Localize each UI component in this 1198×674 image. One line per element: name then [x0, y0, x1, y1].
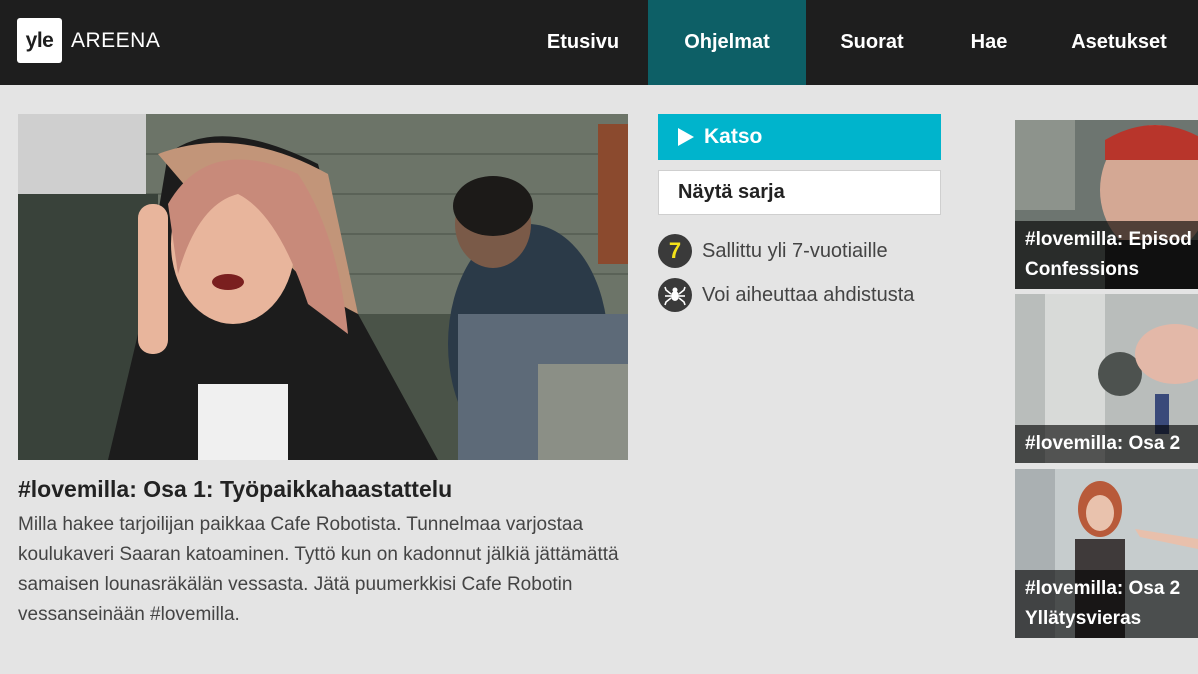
play-icon	[678, 128, 694, 146]
age-7-icon: 7	[658, 234, 692, 268]
top-bar: yle AREENA Etusivu Ohjelmat Suorat Hae A…	[0, 0, 1198, 85]
related-episode-card[interactable]: #lovemilla: Osa 2	[1015, 294, 1198, 463]
areena-wordmark: AREENA	[71, 29, 161, 52]
related-episode-card[interactable]: #lovemilla: Osa 2 Yllätysvieras	[1015, 469, 1198, 638]
hero-illustration	[18, 114, 628, 460]
related-episode-card[interactable]: #lovemilla: Episod Confessions	[1015, 120, 1198, 289]
content-warning-text: Voi aiheuttaa ahdistusta	[702, 283, 915, 306]
age-rating: 7 Sallittu yli 7-vuotiaille	[658, 234, 888, 268]
nav-item-suorat[interactable]: Suorat	[806, 0, 938, 85]
age-rating-text: Sallittu yli 7-vuotiaille	[702, 239, 888, 262]
episode-description: Milla hakee tarjoilijan paikkaa Cafe Rob…	[18, 514, 619, 625]
related-episode-title: #lovemilla: Episod Confessions	[1015, 221, 1198, 289]
main-nav: Etusivu Ohjelmat Suorat Hae Asetukset	[518, 0, 1198, 85]
nav-item-hae[interactable]: Hae	[938, 0, 1040, 85]
episode-hero-image[interactable]	[18, 114, 628, 460]
nav-item-ohjelmat[interactable]: Ohjelmat	[648, 0, 806, 85]
related-episode-title: #lovemilla: Osa 2	[1015, 425, 1198, 463]
show-series-label: Näytä sarja	[678, 181, 785, 203]
episode-title: #lovemilla: Osa 1: Työpaikkahaastattelu	[18, 476, 453, 502]
watch-button[interactable]: Katso	[658, 114, 941, 160]
yle-logo[interactable]: yle	[17, 18, 62, 63]
show-series-button[interactable]: Näytä sarja	[658, 170, 941, 215]
content-warning: Voi aiheuttaa ahdistusta	[658, 278, 914, 312]
nav-item-asetukset[interactable]: Asetukset	[1040, 0, 1198, 85]
spider-icon	[658, 278, 692, 312]
nav-item-etusivu[interactable]: Etusivu	[518, 0, 648, 85]
related-episode-title: #lovemilla: Osa 2 Yllätysvieras	[1015, 570, 1198, 638]
watch-button-label: Katso	[704, 125, 763, 148]
